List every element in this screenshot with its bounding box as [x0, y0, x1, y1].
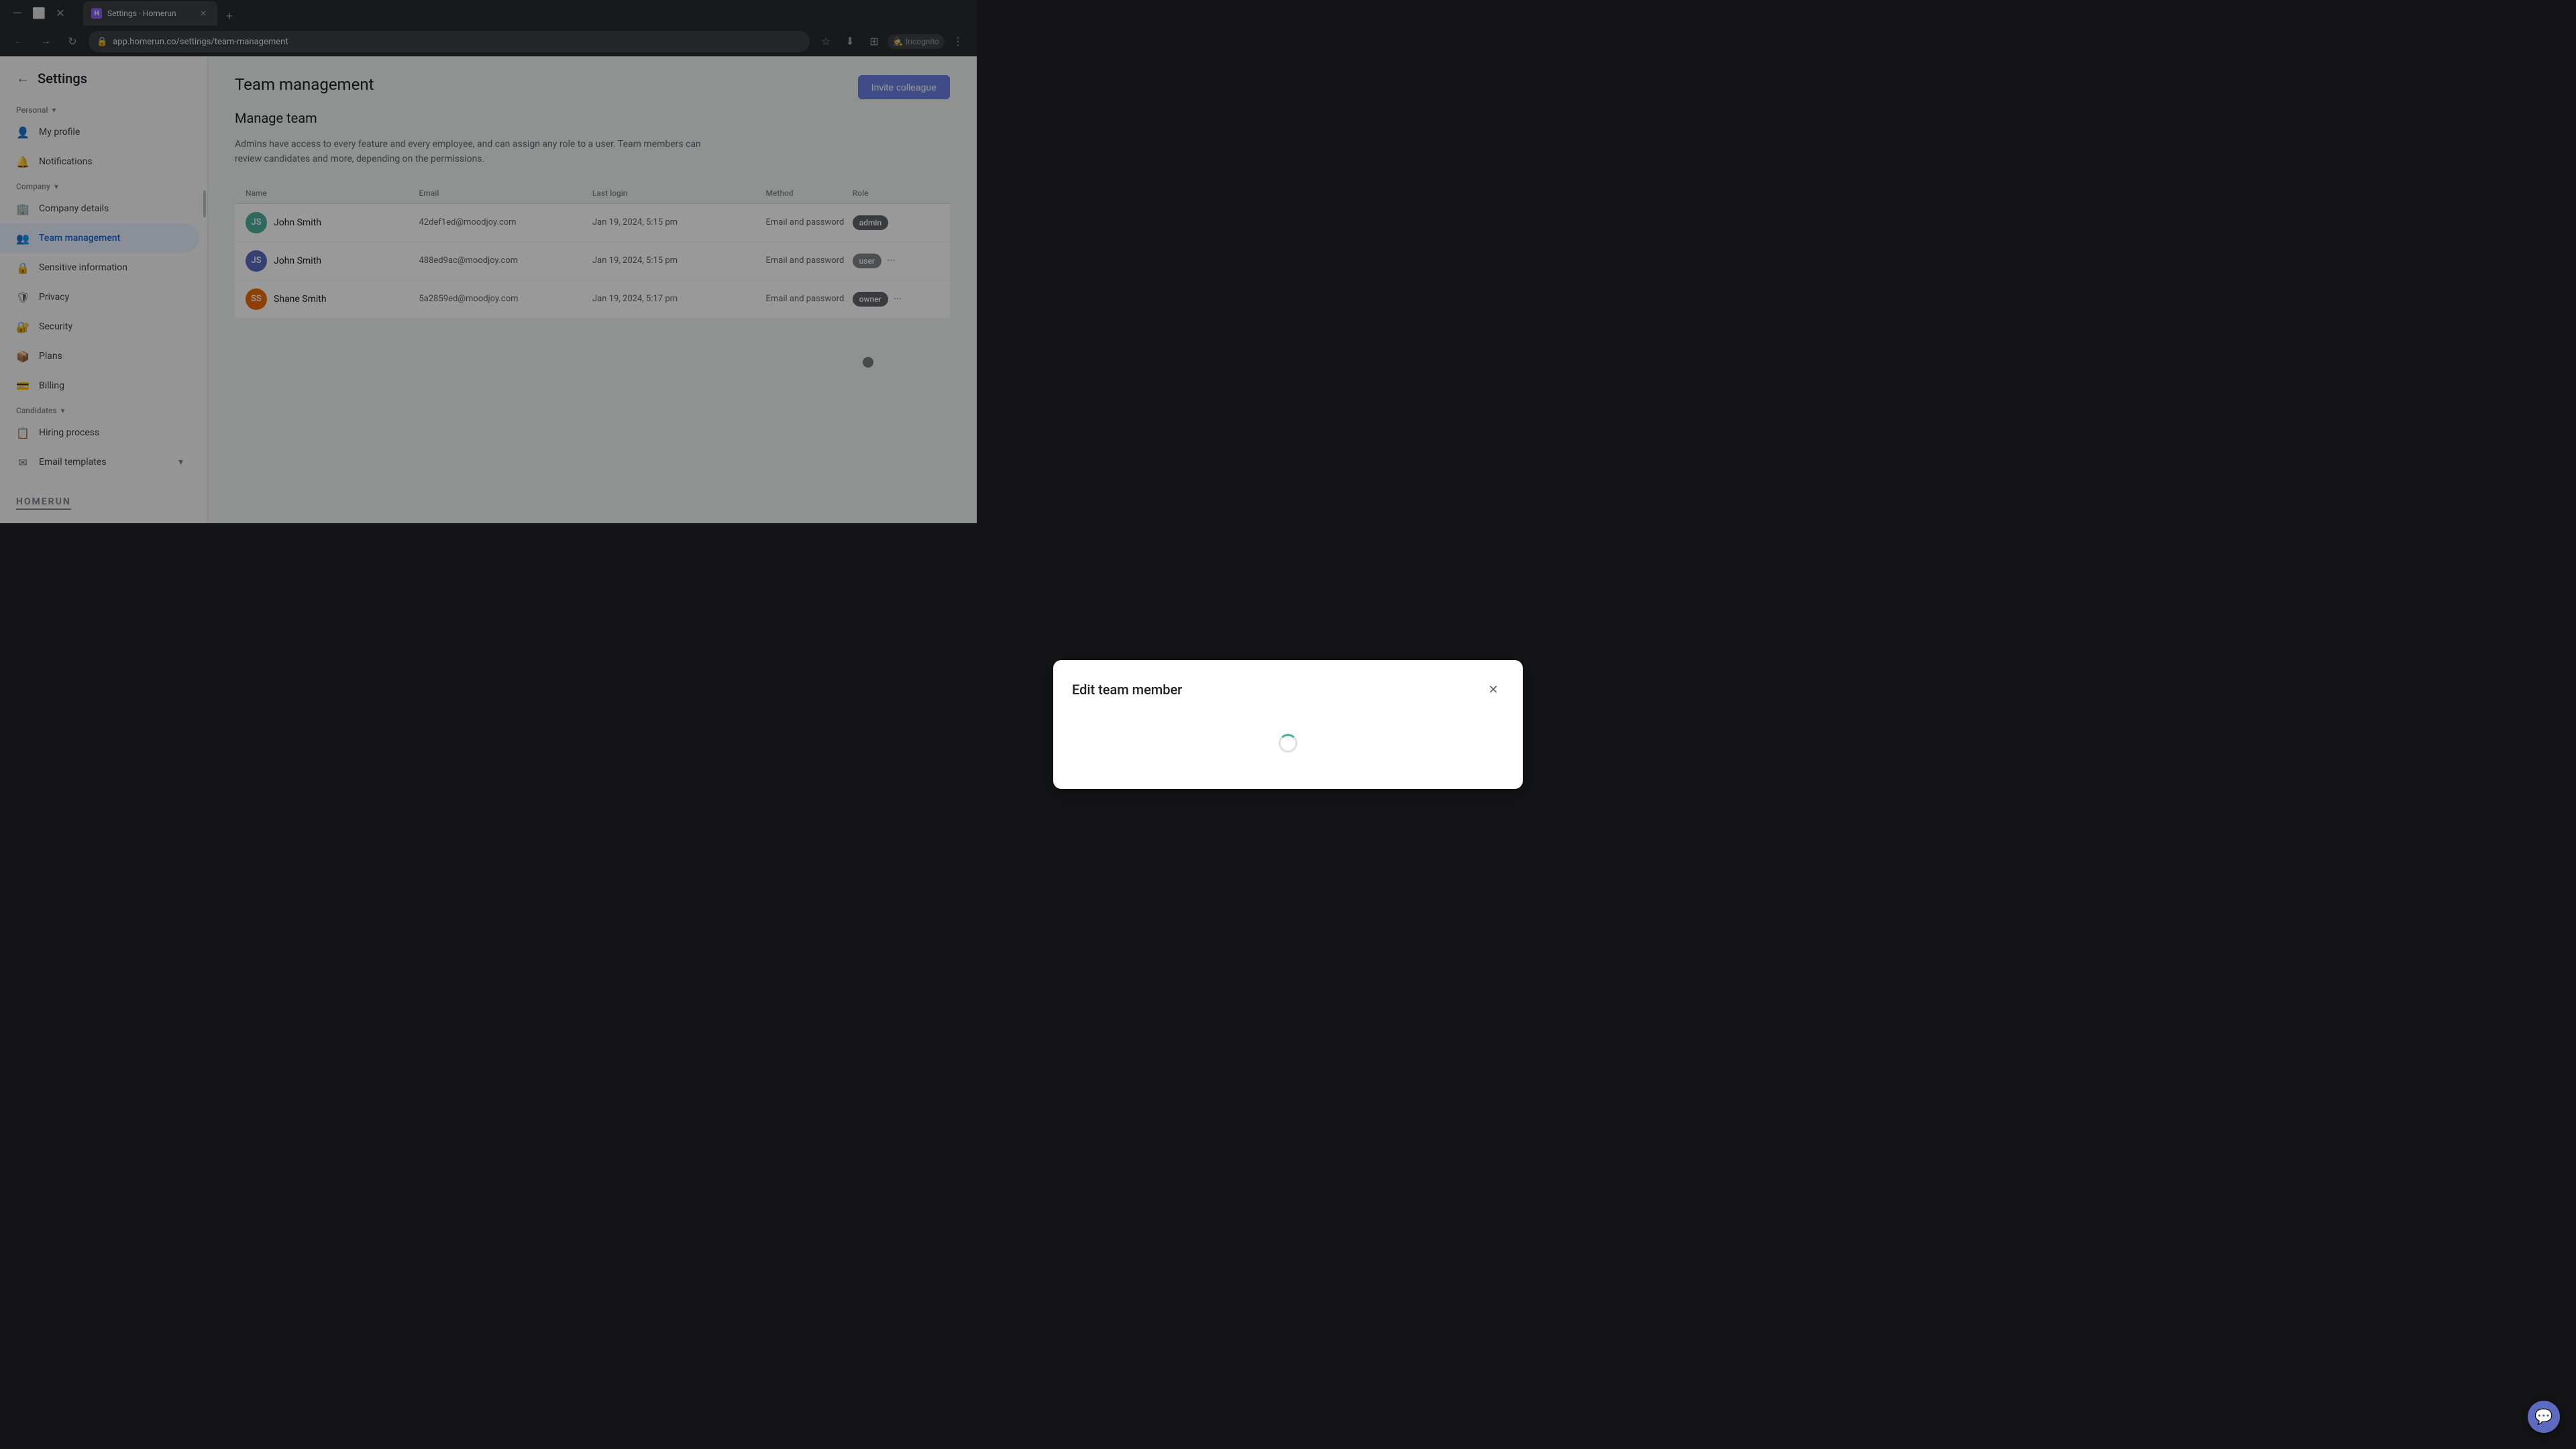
modal-title: Edit team member	[1072, 682, 1182, 698]
modal-close-button[interactable]: ✕	[1483, 679, 1504, 700]
modal-overlay[interactable]: Edit team member ✕	[0, 0, 2576, 1449]
modal-loading-area	[1072, 716, 1504, 770]
loading-spinner	[1279, 734, 1297, 753]
edit-team-member-modal: Edit team member ✕	[1053, 660, 1523, 789]
modal-header: Edit team member ✕	[1072, 679, 1504, 700]
chat-button[interactable]: 💬	[2528, 1401, 2560, 1433]
chat-icon: 💬	[2534, 1409, 2553, 1426]
